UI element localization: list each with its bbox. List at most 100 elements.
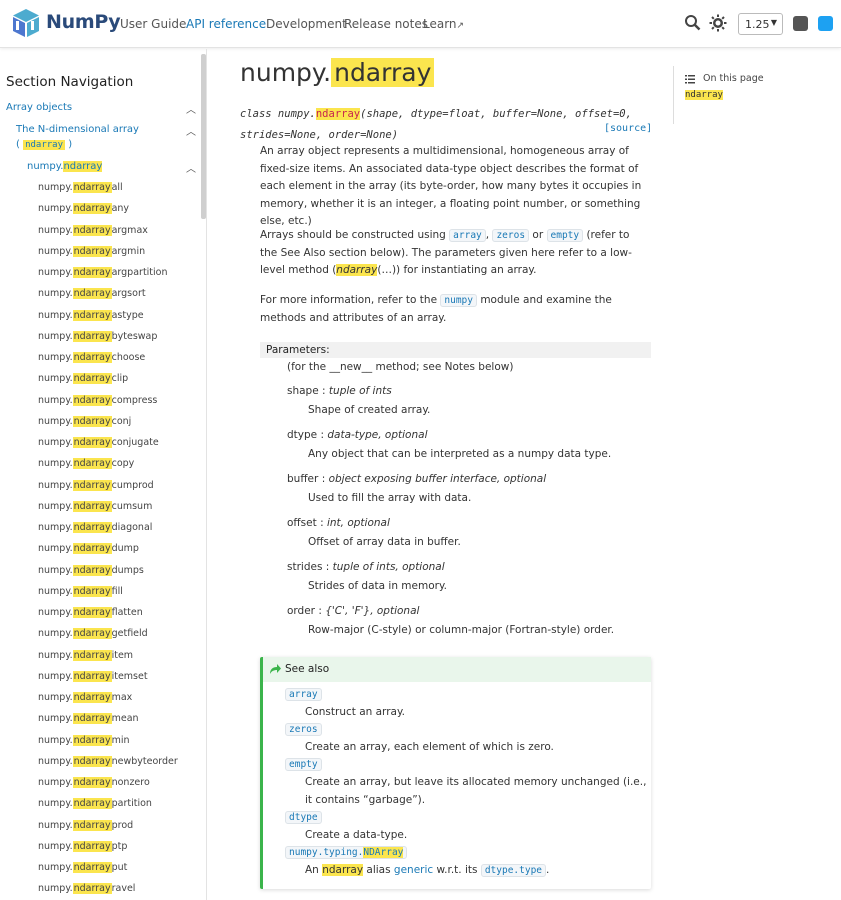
see-also-link-array[interactable]: array (285, 688, 322, 701)
sidebar-item-argmax[interactable]: numpy.ndarrayargmax (38, 224, 148, 236)
chevron-up-icon[interactable]: ︿ (186, 123, 196, 138)
current-prefix: numpy. (27, 161, 64, 172)
item-hl: ndarray (72, 777, 112, 788)
nav-development[interactable]: Development (266, 17, 347, 31)
sidebar-item-conjugate[interactable]: numpy.ndarrayconjugate (38, 437, 159, 448)
see-also-desc-typing: An ndarray alias generic w.r.t. its dtyp… (305, 862, 549, 880)
sidebar-item-choose[interactable]: numpy.ndarraychoose (38, 352, 145, 363)
see-also-link-empty[interactable]: empty (285, 758, 322, 771)
sidebar-item-all[interactable]: numpy.ndarrayall (38, 182, 123, 193)
sidebar-item-conj[interactable]: numpy.ndarrayconj (38, 415, 132, 427)
title-hl: ndarray (331, 58, 435, 87)
sidebar-item-copy[interactable]: numpy.ndarraycopy (38, 458, 134, 470)
sidebar-item-ndim-array[interactable]: The N-dimensional array (16, 124, 139, 135)
sidebar-item-fill[interactable]: numpy.ndarrayfill (38, 585, 123, 597)
param-name: shape (287, 385, 319, 397)
item-hl: ndarray (72, 458, 112, 470)
sidebar-item-put[interactable]: numpy.ndarrayput (38, 862, 127, 873)
sidebar-item-current[interactable]: numpy.ndarray (27, 161, 103, 172)
sidebar-item-argpartition[interactable]: numpy.ndarrayargpartition (38, 267, 168, 278)
link-dtype-type[interactable]: dtype.type (480, 864, 547, 877)
sidebar-item-cumsum[interactable]: numpy.ndarraycumsum (38, 500, 152, 512)
sidebar-item-dump[interactable]: numpy.ndarraydump (38, 543, 139, 555)
sidebar-item-prod[interactable]: numpy.ndarrayprod (38, 819, 133, 831)
link-generic[interactable]: generic (394, 864, 433, 876)
param-colon: : (325, 561, 330, 573)
sidebar-item-ravel[interactable]: numpy.ndarrayravel (38, 883, 135, 895)
sidebar-item-ndim-array-code[interactable]: ( ndarray ) (16, 139, 72, 150)
item-hl: ndarray (72, 352, 112, 363)
item-hl: ndarray (72, 734, 112, 746)
brand-name[interactable]: NumPy (46, 11, 121, 33)
nav-learn[interactable]: Learn↗ (423, 17, 464, 31)
theme-toggle-icon[interactable] (709, 14, 727, 32)
para2-or: or (532, 229, 544, 241)
sidebar-item-dumps[interactable]: numpy.ndarraydumps (38, 564, 144, 576)
link-zeros[interactable]: zeros (492, 229, 530, 242)
on-this-page-label: On this page (703, 73, 764, 84)
sidebar-item-itemset[interactable]: numpy.ndarrayitemset (38, 670, 148, 682)
sidebar-item-min[interactable]: numpy.ndarraymin (38, 734, 130, 746)
caret-down-icon: ▼ (770, 18, 777, 27)
item-prefix: numpy. (38, 330, 73, 342)
item-hl: ndarray (72, 245, 112, 257)
item-prefix: numpy. (38, 692, 73, 703)
see-also-desc-line: Create an array, each element of which i… (305, 741, 554, 753)
version-switcher[interactable]: 1.25 ▼ (738, 13, 783, 35)
para3-a: For more information, refer to the (260, 294, 438, 306)
section-navigation: Section Navigation Array objects ︿ The N… (0, 49, 207, 900)
sidebar-item-byteswap[interactable]: numpy.ndarraybyteswap (38, 330, 157, 342)
see-also-link-zeros[interactable]: zeros (285, 723, 322, 736)
see-also-link-ndarray-typing[interactable]: numpy.typing.NDArray (285, 846, 408, 859)
see-also-header: See also (263, 657, 651, 682)
sidebar-item-flatten[interactable]: numpy.ndarrayflatten (38, 607, 143, 618)
sidebar-item-max[interactable]: numpy.ndarraymax (38, 692, 132, 703)
item-method: conj (111, 415, 132, 427)
nav-release-notes[interactable]: Release notes (344, 17, 428, 31)
sidebar-item-cumprod[interactable]: numpy.ndarraycumprod (38, 479, 154, 491)
item-hl: ndarray (72, 479, 112, 491)
sidebar-item-astype[interactable]: numpy.ndarrayastype (38, 309, 144, 321)
sidebar-item-argmin[interactable]: numpy.ndarrayargmin (38, 245, 145, 257)
parameters-header: Parameters: (260, 342, 651, 358)
sidebar-item-partition[interactable]: numpy.ndarraypartition (38, 798, 152, 810)
chevron-up-icon[interactable]: ︿ (186, 101, 196, 116)
para2-c: (…)) for instantiating an array. (377, 264, 537, 276)
sidebar-item-compress[interactable]: numpy.ndarraycompress (38, 394, 157, 406)
link-array[interactable]: array (449, 229, 486, 242)
chevron-up-icon[interactable]: ︿ (186, 160, 196, 175)
sidebar-item-diagonal[interactable]: numpy.ndarraydiagonal (38, 522, 152, 533)
sidebar-item-getfield[interactable]: numpy.ndarraygetfield (38, 628, 148, 640)
github-icon[interactable] (793, 16, 808, 31)
on-this-page-link[interactable]: ndarray (685, 90, 723, 100)
item-method: fill (111, 585, 123, 597)
sidebar-scrollbar[interactable] (201, 54, 206, 219)
item-prefix: numpy. (38, 564, 73, 576)
item-prefix: numpy. (38, 394, 73, 406)
numpy-logo-icon[interactable] (11, 8, 41, 38)
item-prefix: numpy. (38, 777, 73, 788)
see-also-link-dtype[interactable]: dtype (285, 811, 322, 824)
item-hl: ndarray (72, 415, 112, 427)
typing-desc-c: w.r.t. its (436, 864, 478, 876)
sidebar-item-item[interactable]: numpy.ndarrayitem (38, 649, 133, 661)
twitter-icon[interactable] (818, 16, 833, 31)
sidebar-item-newbyteorder[interactable]: numpy.ndarraynewbyteorder (38, 755, 178, 767)
sidebar-item-argsort[interactable]: numpy.ndarrayargsort (38, 288, 146, 300)
sidebar-item-ptp[interactable]: numpy.ndarrayptp (38, 840, 127, 852)
description-paragraph-2: Arrays should be constructed using array… (260, 227, 650, 280)
sidebar-item-any[interactable]: numpy.ndarrayany (38, 203, 129, 215)
source-link[interactable]: [source] (604, 123, 652, 134)
sidebar-item-clip[interactable]: numpy.ndarrayclip (38, 373, 128, 385)
nav-user-guide[interactable]: User Guide (120, 17, 186, 31)
nav-api-reference[interactable]: API reference (186, 17, 266, 31)
sidebar-item-nonzero[interactable]: numpy.ndarraynonzero (38, 777, 150, 788)
link-empty[interactable]: empty (546, 229, 584, 242)
sidebar-item-array-objects[interactable]: Array objects (6, 102, 72, 113)
item-prefix: numpy. (38, 649, 73, 661)
item-prefix: numpy. (38, 437, 73, 448)
search-icon[interactable] (684, 14, 701, 31)
param-desc-offset: Offset of array data in buffer. (308, 536, 461, 548)
sidebar-item-mean[interactable]: numpy.ndarraymean (38, 713, 139, 725)
link-numpy[interactable]: numpy (440, 294, 477, 307)
